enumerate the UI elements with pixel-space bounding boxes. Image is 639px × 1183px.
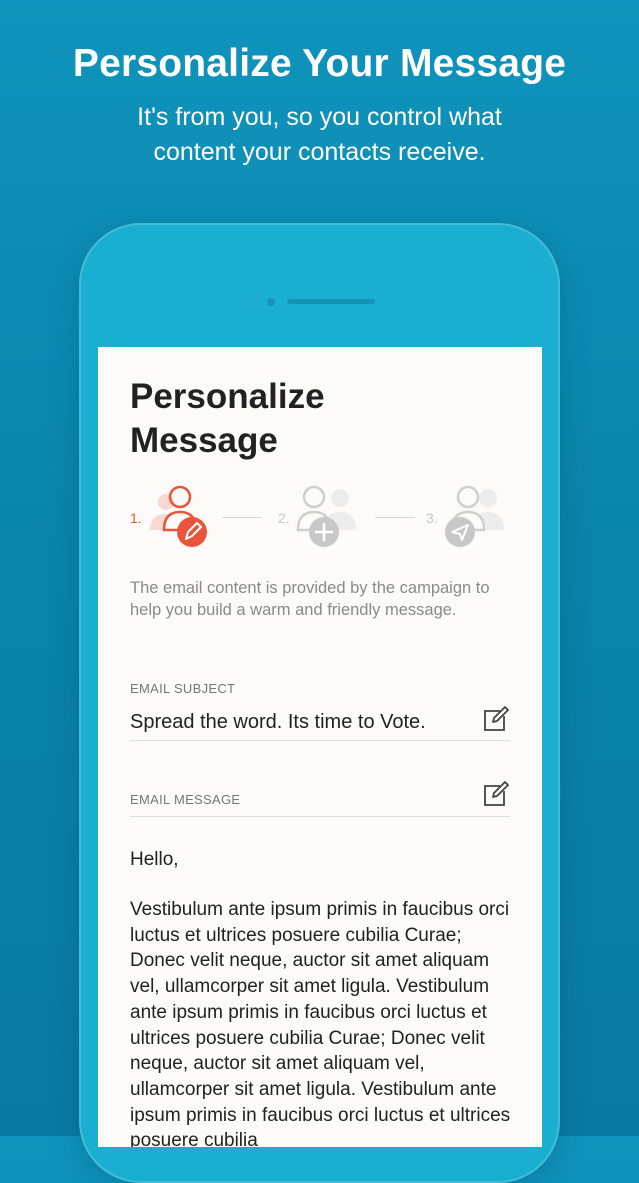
step-1-badge (177, 517, 207, 547)
promo-title: Personalize Your Message (72, 42, 567, 85)
promo-subtitle-line2: content your contacts receive. (153, 138, 486, 166)
step-connector-2 (375, 517, 415, 518)
step-3-person-head (456, 485, 480, 509)
page-title: Personalize Message (130, 375, 325, 463)
step-1-number: 1. (130, 510, 142, 526)
app-screen: Personalize Message 1. 2. 3. The email c… (98, 347, 542, 1147)
step-connector-1 (222, 517, 262, 518)
step-3-icon[interactable] (438, 484, 510, 548)
step-2-ghost-head (331, 489, 349, 507)
phone-speaker (287, 299, 375, 304)
step-2-person-head (302, 485, 326, 509)
message-greeting[interactable]: Hello, (130, 847, 515, 873)
page-title-line2: Message (130, 421, 278, 460)
email-subject-label: EMAIL SUBJECT (130, 681, 236, 696)
step-2-number: 2. (278, 510, 290, 526)
subject-divider (130, 740, 510, 741)
intro-text: The email content is provided by the cam… (130, 579, 490, 619)
message-body[interactable]: Vestibulum ante ipsum primis in faucibus… (130, 897, 515, 1147)
phone-camera (267, 298, 275, 306)
step-1-icon[interactable] (144, 484, 214, 548)
edit-icon (484, 706, 509, 731)
step-progress: 1. 2. 3. (130, 484, 510, 554)
step-1-person-head (168, 485, 192, 509)
edit-subject-button[interactable] (482, 705, 510, 733)
message-divider (130, 816, 510, 817)
email-message-label: EMAIL MESSAGE (130, 792, 241, 807)
edit-message-button[interactable] (482, 780, 510, 808)
step-3-number: 3. (426, 510, 438, 526)
step-3-badge (445, 517, 475, 547)
edit-icon (484, 781, 509, 806)
step-3-ghost-head (479, 489, 497, 507)
promo-subtitle: It's from you, so you control what conte… (0, 100, 639, 170)
page-title-line1: Personalize (130, 377, 325, 416)
promo-subtitle-line1: It's from you, so you control what (137, 103, 502, 131)
email-subject-value[interactable]: Spread the word. Its time to Vote. (130, 711, 426, 734)
step-2-icon[interactable] (290, 484, 362, 548)
